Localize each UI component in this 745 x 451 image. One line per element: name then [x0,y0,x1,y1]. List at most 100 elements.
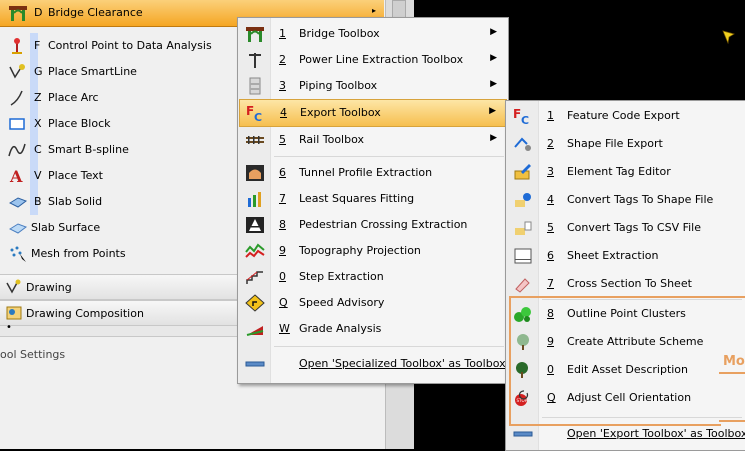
road-sign-icon [245,294,265,312]
menu-key: 4 [547,193,554,206]
menu-item-grade-analysis[interactable]: W Grade Analysis [239,316,507,342]
tool-label: Place SmartLine [48,65,137,78]
tool-label: Control Point to Data Analysis [48,39,212,52]
menu-item-bridge-toolbox[interactable]: 1 Bridge Toolbox ▶ [239,21,507,47]
tool-label: Place Arc [48,91,99,104]
bridge-icon [8,4,27,22]
tool-key: Z [34,91,42,104]
menu-key: 8 [547,307,554,320]
control-point-icon [8,37,26,55]
tool-label: Mesh from Points [31,247,126,260]
menu-item-piping-toolbox[interactable]: 3 Piping Toolbox ▶ [239,73,507,99]
tag-edit-icon [513,163,533,181]
menu-item-cross-section-sheet[interactable]: 7 Cross Section To Sheet [507,271,745,297]
menu-label: Convert Tags To Shape File [567,193,714,206]
menu-item-convert-tags-csv[interactable]: 5 Convert Tags To CSV File [507,215,745,241]
convert-shape-icon [513,191,533,209]
menu-key: 7 [279,192,286,205]
tool-label: Place Block [48,117,111,130]
menu-label: Export Toolbox [300,106,381,119]
tool-label: Slab Surface [31,221,101,234]
menu-item-outline-point-clusters[interactable]: 8 Outline Point Clusters [507,301,745,327]
menu-label: Sheet Extraction [567,249,659,262]
menu-label: Tunnel Profile Extraction [299,166,433,179]
menu-key: 5 [547,221,554,234]
svg-text:C: C [254,111,262,122]
menu-separator [274,156,504,157]
bridge-icon [245,25,265,43]
menu-label: Step Extraction [299,270,384,283]
smartline-icon [8,63,26,81]
menu-item-power-line-toolbox[interactable]: 2 Power Line Extraction Toolbox ▶ [239,47,507,73]
menu-item-shape-file-export[interactable]: 2 Shape File Export [507,131,745,157]
tool-label: Smart B-spline [48,143,129,156]
tool-key: D [34,6,43,19]
menu-item-speed-advisory[interactable]: Q Speed Advisory [239,290,507,316]
pedestrian-crossing-icon [245,216,265,234]
tool-key: B [34,195,42,208]
arc-icon [8,89,26,107]
menu-key: 9 [547,335,554,348]
menu-label: Power Line Extraction Toolbox [299,53,464,66]
menu-key: 8 [279,218,286,231]
menu-label: Outline Point Clusters [567,307,686,320]
menu-label: Shape File Export [567,137,663,150]
menu-item-topography-projection[interactable]: 9 Topography Projection [239,238,507,264]
menu-label: Adjust Cell Orientation [567,391,692,404]
tool-label: Place Text [48,169,103,182]
topography-icon [245,242,265,260]
submenu-arrow-icon: ▶ [490,133,497,143]
menu-item-adjust-cell-orientation[interactable]: STOP Q Adjust Cell Orientation [507,385,745,411]
menu-key: 0 [279,270,286,283]
tool-key: C [34,143,42,156]
chevron-right-icon: ▸ [372,6,377,15]
menu-label: Grade Analysis [299,322,382,335]
menu-key: 1 [279,27,286,40]
menu-item-rail-toolbox[interactable]: 5 Rail Toolbox ▶ [239,127,507,153]
menu-label: Element Tag Editor [567,165,671,178]
menu-item-pedestrian-crossing[interactable]: 8 Pedestrian Crossing Extraction [239,212,507,238]
menu-key: 6 [547,249,554,262]
menu-label: Rail Toolbox [299,133,365,146]
menu-item-step-extraction[interactable]: 0 Step Extraction [239,264,507,290]
shape-file-icon [513,135,533,153]
step-icon [245,268,265,286]
menu-label: Open 'Specialized Toolbox' as Toolbox [299,357,506,370]
menu-key: Q [547,391,556,404]
tool-label: Slab Solid [48,195,103,208]
menu-key: 3 [279,79,286,92]
tunnel-icon [245,164,265,182]
svg-text:F: F [513,107,521,121]
slab-surface-icon [8,219,28,237]
tool-key: X [34,117,42,130]
menu-key: 4 [280,106,287,119]
menu-label: Piping Toolbox [299,79,378,92]
menu-item-feature-code-export[interactable]: FC 1 Feature Code Export [507,103,745,129]
block-icon [8,115,26,133]
rail-icon [245,131,265,149]
section-label: Drawing [26,281,72,294]
least-squares-icon [245,190,265,208]
power-pole-icon [245,51,265,69]
menu-key: 2 [547,137,554,150]
menu-item-open-specialized-toolbox[interactable]: Open 'Specialized Toolbox' as Toolbox [239,351,507,377]
menu-item-export-toolbox[interactable]: FC 4 Export Toolbox ▶ [239,99,507,127]
menu-item-element-tag-editor[interactable]: 3 Element Tag Editor [507,159,745,185]
menu-label: Convert Tags To CSV File [567,221,702,234]
menu-item-sheet-extraction[interactable]: 6 Sheet Extraction [507,243,745,269]
callout-text: Mo [723,354,745,369]
menu-key: 7 [547,277,554,290]
scroll-thumb[interactable] [392,0,406,18]
svg-text:F: F [246,104,254,118]
toolbox-icon [245,355,265,373]
menu-item-tunnel-profile[interactable]: 6 Tunnel Profile Extraction [239,160,507,186]
menu-item-create-attribute-scheme[interactable]: 9 Create Attribute Scheme [507,329,745,355]
svg-text:A: A [9,167,23,185]
tool-label: Bridge Clearance [48,6,143,19]
menu-item-edit-asset-description[interactable]: 0 Edit Asset Description [507,357,745,383]
submenu-arrow-icon: ▶ [490,27,497,37]
menu-item-least-squares[interactable]: 7 Least Squares Fitting [239,186,507,212]
menu-item-open-export-toolbox[interactable]: Open 'Export Toolbox' as Toolbox [507,421,745,447]
menu-item-convert-tags-shape[interactable]: 4 Convert Tags To Shape File [507,187,745,213]
menu-separator [274,346,504,347]
